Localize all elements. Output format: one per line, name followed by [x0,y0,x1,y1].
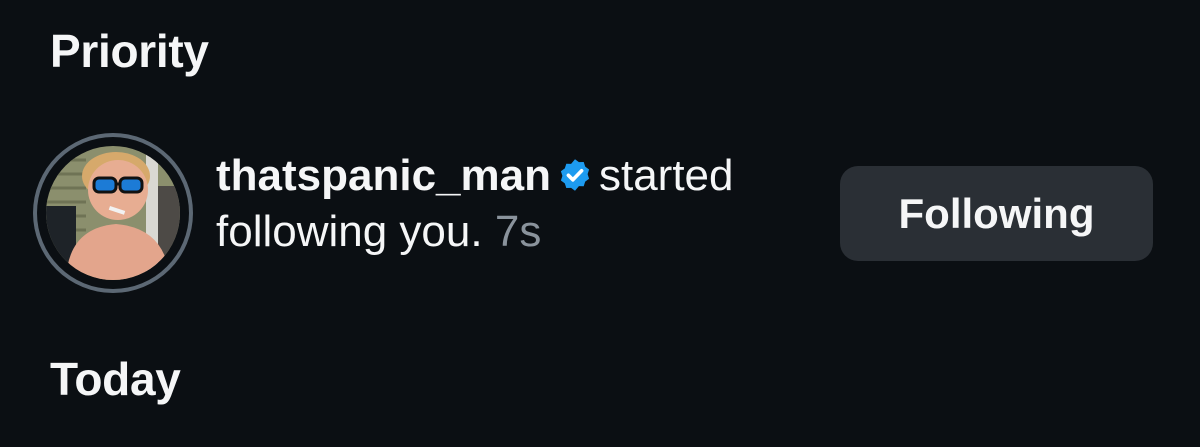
notification-item[interactable]: thatspanic_man started following you. 7s F… [0,128,1200,298]
avatar-gap [37,137,189,289]
section-title-priority: Priority [50,25,209,77]
avatar-photo [46,146,180,280]
action-text-started: started [598,151,734,200]
timestamp: 7s [494,207,542,256]
notification-text: thatspanic_man started following you. 7s [216,148,816,260]
action-text-following: following you. [216,207,483,256]
verified-badge-icon [560,159,590,191]
section-title-today: Today [50,353,181,405]
avatar[interactable] [33,133,193,293]
following-button[interactable]: Following [840,166,1153,261]
username-link[interactable]: thatspanic_man [216,151,551,200]
